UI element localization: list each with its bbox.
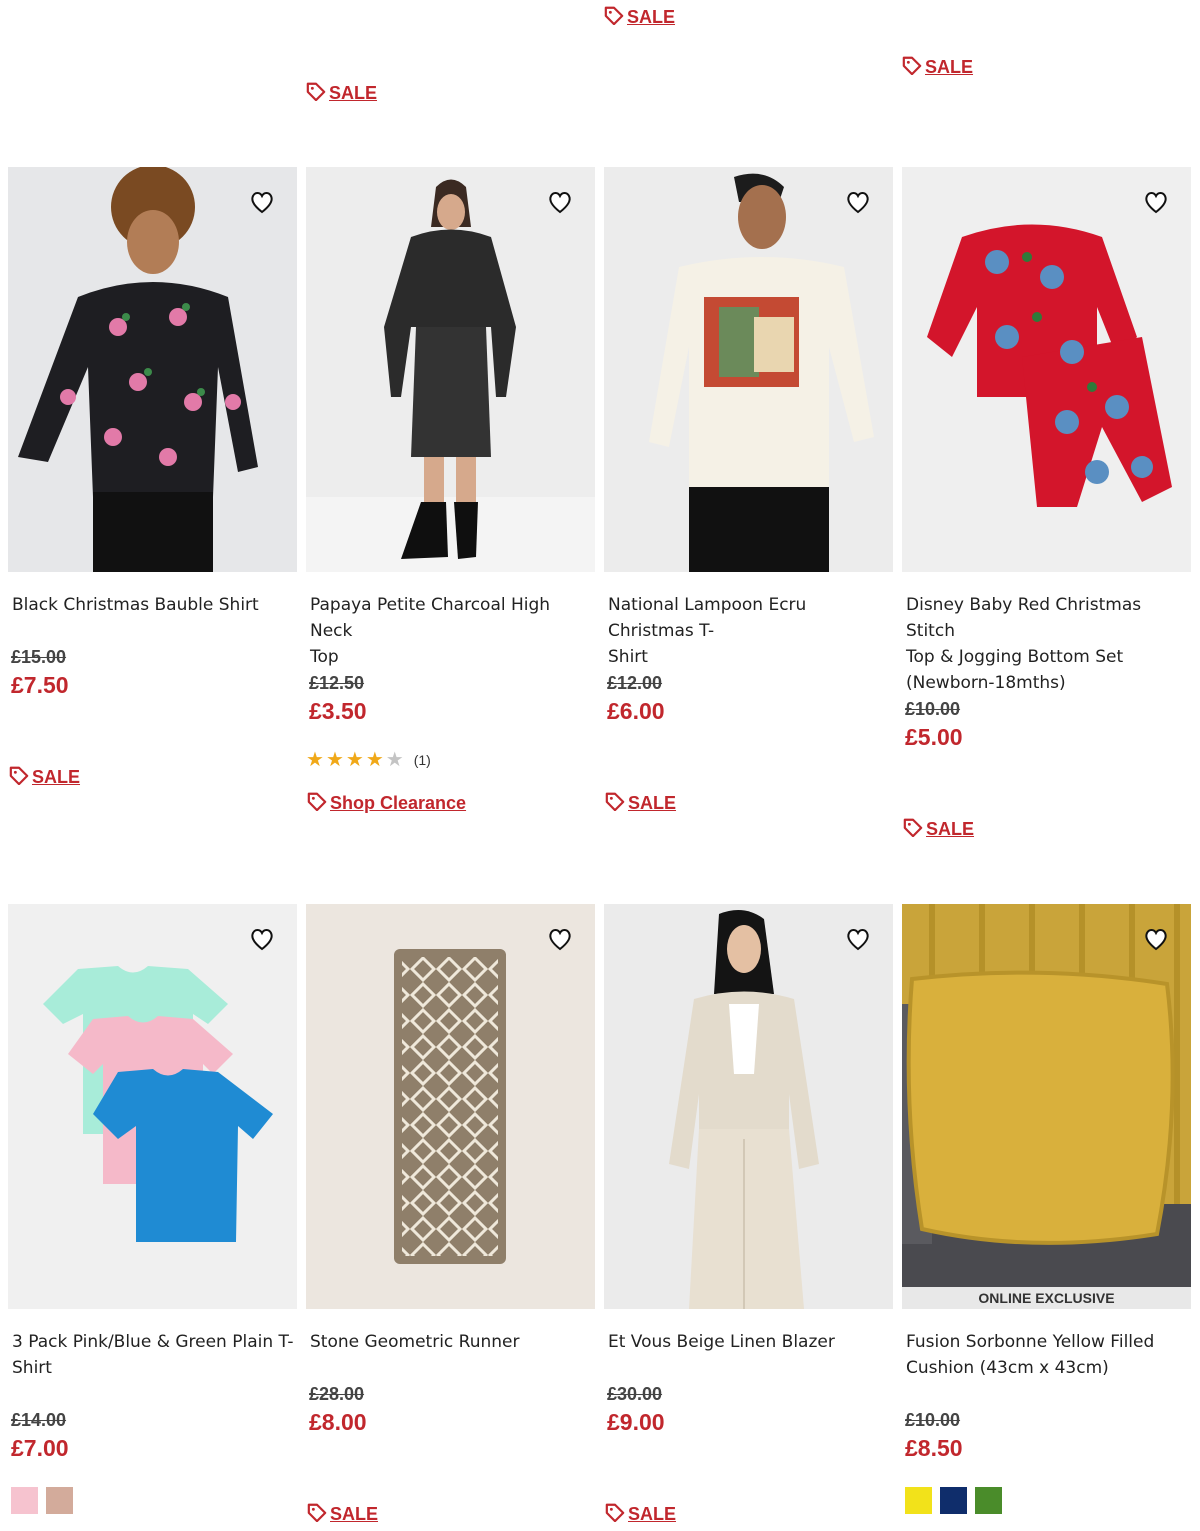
rating-count: (1) — [413, 752, 431, 768]
sale-link[interactable]: SALE — [604, 1502, 676, 1527]
product-title[interactable]: Papaya Petite Charcoal High Neck Top — [310, 592, 592, 670]
wishlist-heart-icon[interactable] — [843, 924, 873, 954]
price-tag-icon — [306, 791, 328, 816]
product-card[interactable]: Stone Geometric Runner £28.00 £8.00 SALE — [306, 904, 595, 1531]
star-rating: ★ ★ ★ ★ ★ (1) — [306, 750, 431, 770]
product-title[interactable]: Black Christmas Bauble Shirt — [12, 592, 294, 618]
sale-link-label: SALE — [628, 1504, 677, 1524]
product-card[interactable]: Et Vous Beige Linen Blazer £30.00 £9.00 … — [604, 904, 893, 1531]
sale-link[interactable]: SALE — [902, 817, 974, 842]
star-icon: ★ — [385, 749, 404, 771]
price-tag-icon — [901, 55, 923, 80]
star-icon: ★ — [365, 749, 384, 771]
product-image[interactable] — [8, 167, 297, 572]
product-image[interactable] — [306, 904, 595, 1309]
sale-link-label: SALE — [330, 1504, 379, 1524]
price-tag-icon — [902, 817, 924, 842]
was-price: £10.00 — [905, 699, 961, 719]
sale-link-label: SALE — [926, 819, 975, 839]
was-price: £10.00 — [905, 1410, 961, 1430]
colour-swatch[interactable] — [905, 1487, 932, 1514]
sale-link[interactable]: SALE — [901, 55, 973, 80]
colour-swatches — [905, 1487, 1002, 1514]
wishlist-heart-icon[interactable] — [843, 187, 873, 217]
sale-link-label: SALE — [32, 767, 81, 787]
product-card[interactable]: Black Christmas Bauble Shirt £15.00 £7.5… — [8, 167, 297, 807]
product-image[interactable] — [604, 167, 893, 572]
product-image[interactable] — [306, 167, 595, 572]
was-price: £30.00 — [607, 1384, 663, 1404]
price-tag-icon — [603, 5, 625, 30]
was-price: £12.00 — [607, 673, 663, 693]
sale-link[interactable]: SALE — [603, 5, 675, 30]
sale-link[interactable]: SALE — [8, 765, 80, 790]
product-card[interactable]: ONLINE EXCLUSIVE Fusion Sorbonne Yellow … — [902, 904, 1191, 1524]
sale-link-label: SALE — [925, 57, 974, 77]
colour-swatches — [11, 1487, 73, 1514]
price-tag-icon — [604, 791, 626, 816]
product-image[interactable] — [902, 167, 1191, 572]
shop-clearance-label: Shop Clearance — [330, 793, 467, 813]
was-price: £15.00 — [11, 647, 67, 667]
sale-link[interactable]: SALE — [306, 1502, 378, 1527]
sale-price: £3.50 — [309, 698, 367, 724]
product-card[interactable]: National Lampoon Ecru Christmas T- Shirt … — [604, 167, 893, 827]
sale-price: £7.00 — [11, 1435, 69, 1461]
sale-price: £5.00 — [905, 724, 963, 750]
price-tag-icon — [8, 765, 30, 790]
wishlist-heart-icon[interactable] — [247, 924, 277, 954]
product-card[interactable]: Disney Baby Red Christmas Stitch Top & Jo… — [902, 167, 1191, 857]
sale-price: £8.50 — [905, 1435, 963, 1461]
sale-link[interactable]: SALE — [604, 791, 676, 816]
product-title[interactable]: 3 Pack Pink/Blue & Green Plain T- Shirt — [12, 1329, 294, 1381]
sale-price: £6.00 — [607, 698, 665, 724]
colour-swatch[interactable] — [940, 1487, 967, 1514]
product-card[interactable]: 3 Pack Pink/Blue & Green Plain T- Shirt £… — [8, 904, 297, 1524]
star-icon: ★ — [306, 749, 324, 771]
product-title[interactable]: National Lampoon Ecru Christmas T- Shirt — [608, 592, 890, 670]
colour-swatch[interactable] — [46, 1487, 73, 1514]
online-exclusive-badge: ONLINE EXCLUSIVE — [902, 1287, 1191, 1309]
product-title[interactable]: Disney Baby Red Christmas Stitch Top & Jo… — [906, 592, 1188, 696]
product-title[interactable]: Et Vous Beige Linen Blazer — [608, 1329, 890, 1355]
sale-link-label: SALE — [628, 793, 677, 813]
wishlist-heart-icon[interactable] — [545, 187, 575, 217]
sale-link-label: SALE — [627, 7, 676, 27]
product-card[interactable]: Papaya Petite Charcoal High Neck Top £12.… — [306, 167, 595, 827]
product-image[interactable] — [8, 904, 297, 1309]
was-price: £12.50 — [309, 673, 365, 693]
star-icon: ★ — [325, 749, 344, 771]
sale-price: £7.50 — [11, 672, 69, 698]
price-tag-icon — [604, 1502, 626, 1527]
wishlist-heart-icon[interactable] — [545, 924, 575, 954]
wishlist-heart-icon[interactable] — [1141, 187, 1171, 217]
colour-swatch[interactable] — [975, 1487, 1002, 1514]
product-title[interactable]: Fusion Sorbonne Yellow Filled Cushion (43… — [906, 1329, 1188, 1381]
was-price: £28.00 — [309, 1384, 365, 1404]
sale-link[interactable]: SALE — [305, 81, 377, 106]
was-price: £14.00 — [11, 1410, 67, 1430]
sale-price: £8.00 — [309, 1409, 367, 1435]
star-icon: ★ — [345, 749, 364, 771]
colour-swatch[interactable] — [11, 1487, 38, 1514]
wishlist-heart-icon[interactable] — [247, 187, 277, 217]
product-image[interactable] — [604, 904, 893, 1309]
price-tag-icon — [305, 81, 327, 106]
wishlist-heart-icon[interactable] — [1141, 924, 1171, 954]
price-tag-icon — [306, 1502, 328, 1527]
product-title[interactable]: Stone Geometric Runner — [310, 1329, 592, 1355]
product-image[interactable]: ONLINE EXCLUSIVE — [902, 904, 1191, 1309]
sale-link-label: SALE — [329, 83, 378, 103]
shop-clearance-link[interactable]: Shop Clearance — [306, 791, 466, 816]
sale-price: £9.00 — [607, 1409, 665, 1435]
